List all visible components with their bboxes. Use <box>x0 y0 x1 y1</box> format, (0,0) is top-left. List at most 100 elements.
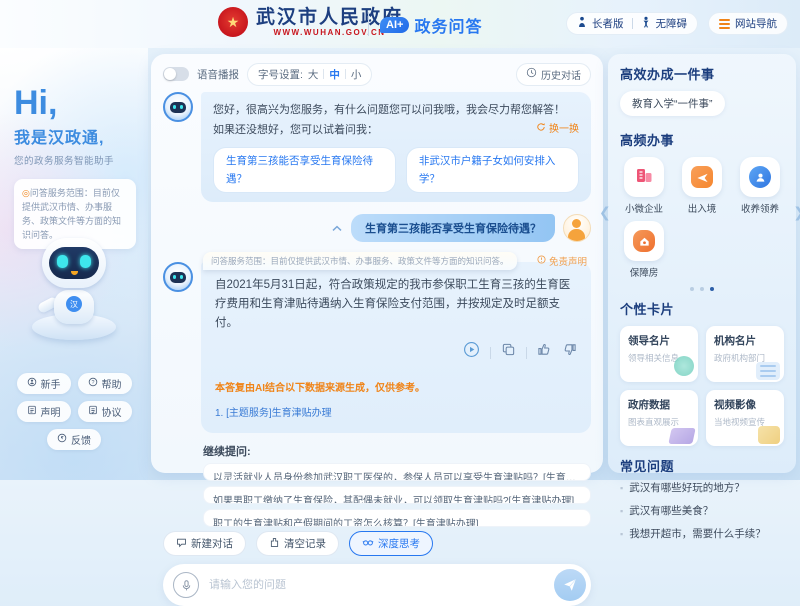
site-nav-button[interactable]: 网站导航 <box>708 12 788 35</box>
followup-question[interactable]: 如果男职工缴纳了生育保险，其配偶未就业，可以领取生育津贴吗?[生育津贴办理] <box>203 486 591 504</box>
history-clock-icon <box>526 67 537 81</box>
scope-tooltip: 问答服务范围：目前仅提供武汉市情、办事服务、政策文件等方面的知识问答。 <box>203 252 517 270</box>
followup-question[interactable]: 以灵活就业人员身份参加武汉职工医保的，参保人员可以享受生育津贴吗？[生育津贴办理… <box>203 463 591 481</box>
history-button[interactable]: 历史对话 <box>516 63 591 86</box>
font-size-large[interactable]: 大 <box>308 67 319 82</box>
mic-button[interactable] <box>173 572 199 598</box>
agreement-label: 协议 <box>102 404 122 419</box>
user-message-bubble: 生育第三孩能否享受生育保险待遇？ <box>351 214 555 242</box>
refresh-suggestions-button[interactable]: 换一换 <box>536 121 579 139</box>
feedback-icon <box>57 433 67 446</box>
tile-small-business[interactable]: 小微企业 <box>622 157 666 215</box>
user-message-row: 生育第三孩能否享受生育保险待遇？ <box>163 214 591 242</box>
frequent-tiles: 小微企业 出入境 收养领养 保障房 <box>620 157 784 285</box>
accessibility-group: 长者版 无障碍 <box>566 12 698 35</box>
clear-history-button[interactable]: 清空记录 <box>256 531 339 556</box>
tile-label: 出入境 <box>688 201 717 215</box>
carousel-dot-active[interactable] <box>710 287 714 291</box>
agreement-button[interactable]: 协议 <box>78 401 132 422</box>
faq-item[interactable]: ▪武汉有哪些美食？ <box>620 504 784 518</box>
plane-icon <box>691 166 713 188</box>
carousel-prev-arrow[interactable]: ❮ <box>599 204 611 221</box>
agreement-doc-icon <box>88 405 98 418</box>
site-nav-label: 网站导航 <box>735 16 777 31</box>
site-brand[interactable]: ★ 武汉市人民政府 WWW.WUHAN.GOV.CN <box>218 7 403 37</box>
answer-body: 自2021年5月31日起，符合政策规定的我市参保职工生育三孩的生育医疗费用和生育… <box>215 276 577 333</box>
carousel-dot[interactable] <box>700 287 704 291</box>
statement-doc-icon <box>27 405 37 418</box>
robot-mascot: 汉 <box>24 230 124 340</box>
carousel-dot[interactable] <box>690 287 694 291</box>
greeting-line1: 您好，很高兴为您服务，有什么问题您可以问我哦，我会尽力帮您解答！ <box>213 101 579 119</box>
newbie-label: 新手 <box>41 376 61 391</box>
thumbs-up-icon[interactable] <box>537 342 552 364</box>
bot-avatar <box>163 262 193 292</box>
send-button[interactable] <box>554 569 586 601</box>
card-decoration <box>674 356 694 376</box>
tile-housing[interactable]: 保障房 <box>622 221 666 279</box>
statement-button[interactable]: 声明 <box>17 401 71 422</box>
suggestion-chip[interactable]: 非武汉市户籍子女如何安排入学？ <box>406 147 579 193</box>
svg-text:?: ? <box>91 380 94 386</box>
copy-icon[interactable] <box>501 342 516 364</box>
pill-divider <box>632 18 633 29</box>
nav-menu-icon <box>719 17 730 31</box>
elder-version-button[interactable]: 长者版 <box>592 16 624 31</box>
faq-title: 常见问题 <box>620 456 784 475</box>
collapse-chevron-up-icon[interactable] <box>331 219 343 237</box>
thumbs-down-icon[interactable] <box>562 342 577 364</box>
help-label: 帮助 <box>102 376 122 391</box>
card-video[interactable]: 视频影像 当地视频宣传 <box>706 390 784 446</box>
followup-question[interactable]: 职工的生育津贴和产假期间的工资怎么核算？[生育津贴办理] <box>203 509 591 527</box>
assistant-name: 我是汉政通, <box>14 124 136 148</box>
deep-think-button[interactable]: 深度思考 <box>349 531 433 556</box>
one-thing-chip[interactable]: 教育入学“一件事” <box>620 91 725 116</box>
tile-adoption[interactable]: 收养领养 <box>738 157 782 215</box>
carousel-next-arrow[interactable]: ❯ <box>793 204 800 221</box>
card-title: 政府数据 <box>628 397 690 412</box>
card-data[interactable]: 政府数据 图表直观展示 <box>620 390 698 446</box>
font-size-medium[interactable]: 中 <box>329 67 340 82</box>
faq-item[interactable]: ▪武汉有哪些好玩的地方？ <box>620 481 784 495</box>
chat-toolbar: 语音播报 字号设置: 大 中 小 历史对话 <box>163 62 591 86</box>
card-leader[interactable]: 领导名片 领导相关信息 <box>620 326 698 382</box>
help-icon: ? <box>88 377 98 390</box>
feedback-button[interactable]: 反馈 <box>47 429 101 450</box>
ai-source-note: 本答复由AI结合以下数据来源生成，仅供参考。 <box>215 379 577 398</box>
tile-label: 保障房 <box>630 265 659 279</box>
disclaimer-label: 免责声明 <box>549 254 587 268</box>
new-chat-button[interactable]: 新建对话 <box>163 531 246 556</box>
card-org[interactable]: 机构名片 政府机构部门 <box>706 326 784 382</box>
clear-history-icon <box>269 537 280 551</box>
card-decoration <box>668 428 695 444</box>
disclaimer-link[interactable]: 免责声明 <box>537 254 587 268</box>
question-input-bar <box>163 564 591 606</box>
tile-immigration[interactable]: 出入境 <box>680 157 724 215</box>
deep-think-icon <box>362 537 374 551</box>
user-avatar <box>563 214 591 242</box>
voice-broadcast-toggle[interactable] <box>163 67 189 81</box>
suggestion-chips: 生育第三孩能否享受生育保险待遇？ 非武汉市户籍子女如何安排入学？ <box>213 147 579 193</box>
question-input[interactable] <box>207 578 554 592</box>
faq-item[interactable]: ▪我想开超市，需要什么手续？ <box>620 527 784 541</box>
help-button[interactable]: ? 帮助 <box>78 373 132 394</box>
voice-broadcast-label: 语音播报 <box>197 67 239 82</box>
suggestion-chip[interactable]: 生育第三孩能否享受生育保险待遇？ <box>213 147 396 193</box>
source-link[interactable]: 1. [主题服务]生育津贴办理 <box>215 404 577 423</box>
card-title: 视频影像 <box>714 397 776 412</box>
play-audio-icon[interactable] <box>463 341 480 365</box>
statement-label: 声明 <box>41 404 61 419</box>
answer-actions <box>215 341 577 365</box>
card-title: 领导名片 <box>628 333 690 348</box>
history-label: 历史对话 <box>541 67 581 82</box>
accessibility-button[interactable]: 无障碍 <box>656 16 688 31</box>
newbie-button[interactable]: 新手 <box>17 373 71 394</box>
card-subtitle: 图表直观展示 <box>628 416 690 428</box>
header-actions: 长者版 无障碍 网站导航 <box>566 12 788 35</box>
building-icon <box>633 164 655 191</box>
clear-history-label: 清空记录 <box>284 536 326 551</box>
app-logo: AI+ 政务问答 <box>380 13 482 37</box>
disclaimer-icon <box>537 255 546 267</box>
font-size-small[interactable]: 小 <box>351 67 362 82</box>
card-decoration <box>756 362 780 380</box>
